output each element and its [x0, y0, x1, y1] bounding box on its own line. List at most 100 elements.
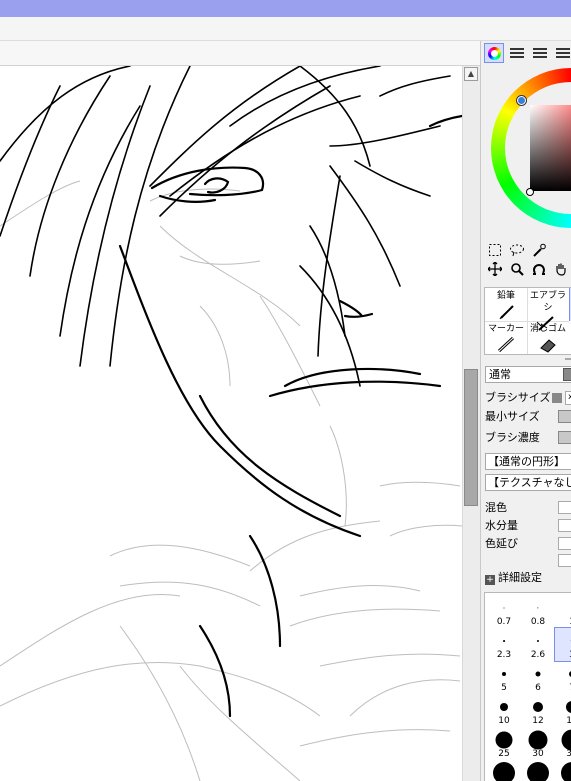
water-slider[interactable]	[558, 519, 571, 532]
size-preview-dot	[561, 729, 571, 751]
drawing-canvas[interactable]	[0, 66, 462, 781]
extend-slider[interactable]	[558, 537, 571, 550]
size-preview-dot	[535, 671, 541, 677]
scroll-up-button[interactable]: ▲	[464, 67, 478, 81]
size-preview-dot	[493, 762, 515, 781]
hand-icon	[556, 263, 566, 276]
size-preset[interactable]: 5	[487, 661, 521, 694]
detail-settings-label: 詳細設定	[498, 571, 542, 584]
sv-marker[interactable]	[526, 188, 534, 196]
size-preset[interactable]: 6	[521, 661, 555, 694]
density-row: ブラシ濃度	[485, 430, 540, 446]
brush-size-presets: 0.70.812.32.63567101215253035607080	[484, 592, 571, 781]
size-preview-dot	[503, 640, 505, 642]
min-size-row: 最小サイズ	[485, 409, 540, 425]
blend-mode-select[interactable]: 通常	[485, 366, 571, 383]
water-label: 水分量	[485, 519, 518, 532]
document-tab-strip	[0, 41, 480, 66]
rect-select-icon	[489, 243, 501, 256]
hue-marker[interactable]	[517, 96, 526, 105]
expand-plus-icon: +	[485, 575, 495, 585]
marker-icon	[497, 336, 515, 353]
size-preset[interactable]: 3	[554, 627, 571, 662]
size-preset[interactable]: 10	[487, 694, 521, 727]
size-preset[interactable]: 2.6	[521, 628, 555, 661]
magic-wand-tool[interactable]	[530, 241, 548, 259]
swatch-list-icon	[556, 47, 570, 59]
size-preset[interactable]: 1	[555, 595, 571, 628]
saturation-value-square[interactable]	[530, 105, 571, 191]
size-preset-label: 30	[532, 749, 544, 759]
size-preset-label: 7	[555, 683, 571, 693]
color-bars-tab[interactable]	[507, 43, 527, 63]
mix-row: 混色	[485, 500, 507, 516]
swatch-list-tab[interactable]	[553, 43, 571, 63]
size-preset[interactable]: 30	[521, 727, 555, 760]
size-preset[interactable]: 25	[487, 727, 521, 760]
rect-select-tool[interactable]	[486, 241, 504, 259]
brush-label: エアブラシ	[529, 291, 566, 313]
size-preset[interactable]: 35	[555, 727, 571, 760]
size-preview-dot	[502, 672, 506, 676]
pencil-icon	[499, 305, 514, 320]
line-art-drawing	[0, 66, 462, 781]
size-preview-dot	[528, 730, 548, 750]
size-preset-label: 1	[555, 617, 571, 627]
size-preview-dot	[533, 702, 543, 712]
brush-airbrush[interactable]: エアブラシ	[527, 288, 569, 331]
detail-settings-toggle[interactable]: + 詳細設定	[485, 570, 542, 586]
density-slider[interactable]	[558, 431, 571, 444]
size-preset[interactable]: 60	[487, 760, 521, 781]
size-preset-label: 5	[501, 683, 507, 693]
size-preset[interactable]: 15	[555, 694, 571, 727]
option-checkbox[interactable]	[558, 554, 571, 567]
size-preset[interactable]: 80	[555, 760, 571, 781]
size-preset[interactable]: 12	[521, 694, 555, 727]
size-preview-dot	[503, 607, 505, 609]
right-tool-panel: 鉛筆 エアブラシ マーカー 消しゴム 通常 ブラシサイズ x 最小サイズ ブラシ濃…	[480, 41, 571, 781]
move-tool[interactable]	[486, 260, 504, 278]
brush-pencil[interactable]: 鉛筆	[485, 288, 528, 322]
dropdown-icon	[563, 368, 571, 381]
size-preview-dot	[527, 762, 549, 781]
min-size-slider[interactable]	[558, 410, 571, 423]
brush-label: マーカー	[487, 324, 524, 334]
eraser-icon	[540, 339, 556, 353]
hand-tool[interactable]	[552, 260, 570, 278]
density-label: ブラシ濃度	[485, 431, 540, 444]
size-preset-label: 25	[498, 749, 510, 759]
zoom-icon	[511, 262, 524, 276]
mix-slider[interactable]	[558, 501, 571, 514]
size-preset[interactable]: 0.8	[521, 595, 555, 628]
rotate-tool[interactable]	[530, 260, 548, 278]
lasso-tool[interactable]	[508, 241, 526, 259]
scrollbar-thumb[interactable]	[464, 369, 478, 506]
brush-marker[interactable]: マーカー	[485, 321, 528, 354]
size-toggle-icon[interactable]	[552, 393, 563, 403]
brush-shape-select[interactable]: 【通常の円形】	[485, 453, 571, 470]
zoom-tool[interactable]	[508, 260, 526, 278]
color-sliders-tab[interactable]	[530, 43, 550, 63]
brush-texture-select[interactable]: 【テクスチャなし】	[485, 474, 571, 491]
size-preset-label: 6	[535, 683, 541, 693]
size-preview-dot	[537, 607, 539, 609]
size-preset[interactable]: 0.7	[487, 595, 521, 628]
mix-label: 混色	[485, 501, 507, 514]
brush-eraser[interactable]: 消しゴム	[527, 321, 569, 354]
size-preset[interactable]: 70	[521, 760, 555, 781]
brush-label: 鉛筆	[496, 291, 515, 301]
size-preset[interactable]: 7	[555, 661, 571, 694]
title-bar	[0, 0, 571, 17]
size-preset[interactable]: 2.3	[487, 628, 521, 661]
size-preset-label: 15	[555, 716, 571, 726]
size-multiplier[interactable]: x	[565, 391, 571, 405]
color-wheel[interactable]	[491, 68, 571, 228]
size-preset-label: 2.3	[496, 650, 512, 660]
vertical-scrollbar[interactable]: ▲	[462, 66, 480, 781]
brush-label: 消しゴム	[529, 324, 566, 334]
color-wheel-tab[interactable]	[484, 43, 504, 63]
blend-mode-value: 通常	[489, 368, 511, 381]
extend-label: 色延び	[485, 537, 518, 550]
brush-size-row: ブラシサイズ x	[485, 390, 571, 406]
brush-size-label: ブラシサイズ	[485, 391, 551, 404]
